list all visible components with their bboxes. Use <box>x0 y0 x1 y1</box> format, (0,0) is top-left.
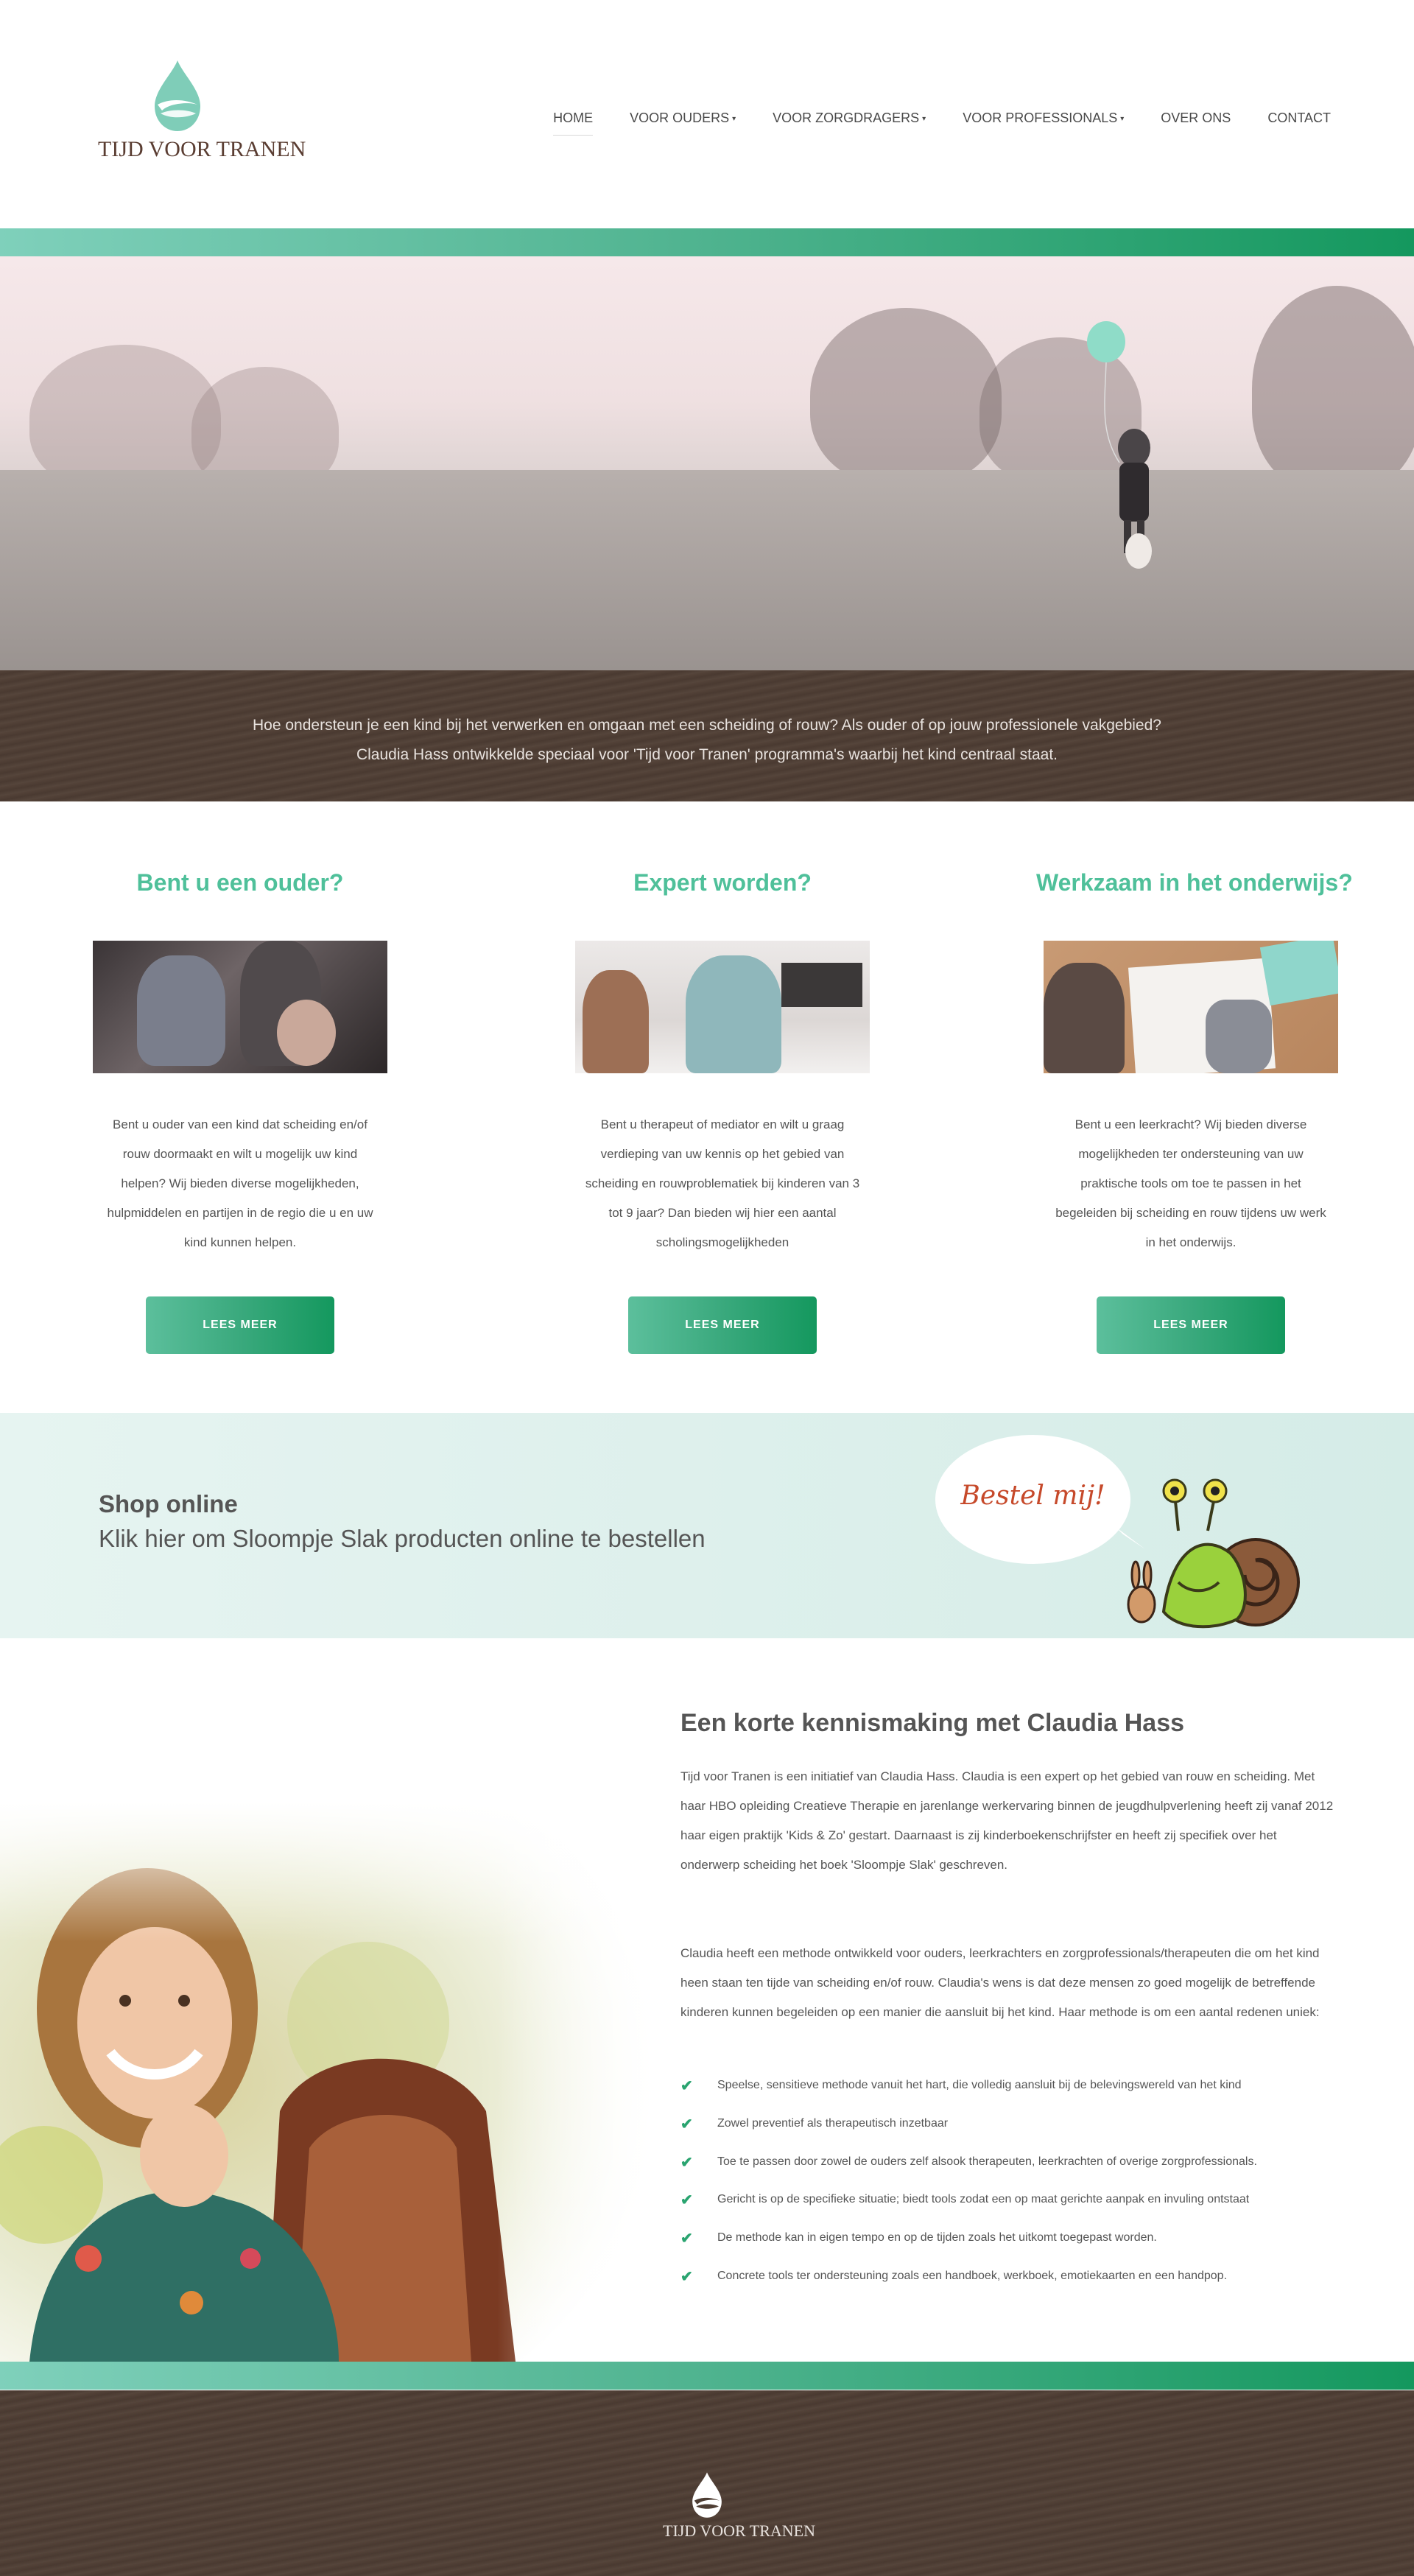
nav-contact[interactable]: CONTACT <box>1267 110 1331 136</box>
check-icon: ✔ <box>680 2116 693 2133</box>
unique-points-list: ✔ Speelse, sensitieve methode vanuit het … <box>680 2079 1343 2308</box>
list-item: ✔ Gericht is op de specifieke situatie; b… <box>680 2193 1343 2231</box>
intro-line-1: Hoe ondersteun je een kind bij het verwe… <box>253 717 1161 734</box>
column-title: Bent u een ouder? <box>136 869 344 896</box>
shop-title: Shop online <box>99 1490 238 1517</box>
check-icon: ✔ <box>680 2192 693 2209</box>
nav-home[interactable]: HOME <box>553 110 594 136</box>
family-photo <box>93 941 387 1073</box>
about-paragraph-2: Claudia heeft een methode ontwikkeld voo… <box>680 1946 1320 2019</box>
nav-over-ons[interactable]: OVER ONS <box>1161 110 1231 136</box>
logo-text: TIJD VOOR TRANEN <box>98 137 306 161</box>
caret-down-icon: ▾ <box>922 115 926 123</box>
footer-logo[interactable]: TIJD VOOR TRANEN <box>663 2471 815 2541</box>
check-icon: ✔ <box>680 2154 693 2171</box>
education-column: Werkzaam in het onderwijs? Bent u een le… <box>1036 869 1353 1354</box>
list-item: ✔ Toe te passen door zowel de ouders zelf… <box>680 2155 1343 2194</box>
classroom-photo <box>1044 941 1338 1073</box>
tree-shape <box>810 308 1002 485</box>
nav-voor-ouders[interactable]: VOOR OUDERS ▾ <box>630 110 736 136</box>
lees-meer-button[interactable]: LEES MEER <box>1097 1296 1285 1354</box>
parent-column: Bent u een ouder? Bent u ouder van een k… <box>85 869 395 1354</box>
check-icon: ✔ <box>680 2268 693 2285</box>
caret-down-icon: ▾ <box>1120 115 1125 123</box>
list-item-text: Speelse, sensitieve methode vanuit het h… <box>717 2079 1242 2091</box>
column-text: Bent u een leerkracht? Wij bieden divers… <box>1055 1117 1326 1249</box>
main-nav: HOME VOOR OUDERS ▾ VOOR ZORGDRAGERS ▾ VOOR… <box>516 110 1331 136</box>
column-title: Expert worden? <box>633 869 812 896</box>
portrait-illustration <box>0 1802 663 2362</box>
intro-band: Hoe ondersteun je een kind bij het verwe… <box>0 670 1414 801</box>
list-item-text: Gericht is op de specifieke situatie; bi… <box>717 2193 1250 2206</box>
about-paragraph-1: Tijd voor Tranen is een initiatief van C… <box>680 1769 1334 1872</box>
field <box>0 470 1414 670</box>
speech-bubble[interactable]: Bestel mij! <box>935 1435 1130 1564</box>
accent-divider <box>0 228 1414 256</box>
drop-logo-icon <box>692 2472 722 2518</box>
therapy-photo <box>575 941 870 1073</box>
lees-meer-button[interactable]: LEES MEER <box>146 1296 334 1354</box>
nav-voor-zorgdragers[interactable]: VOOR ZORGDRAGERS ▾ <box>773 110 926 136</box>
bubble-text: Bestel mij! <box>960 1481 1105 1511</box>
tree-shape <box>1252 286 1414 492</box>
logo[interactable]: TIJD VOOR TRANEN <box>98 59 306 169</box>
nav-label: VOOR PROFESSIONALS <box>963 110 1118 125</box>
about-title: Een korte kennismaking met Claudia Hass <box>680 1709 1185 1737</box>
expert-column: Expert worden? Bent u therapeut of media… <box>568 869 877 1354</box>
column-text: Bent u therapeut of mediator en wilt u g… <box>585 1117 860 1249</box>
drop-logo-icon <box>154 60 200 131</box>
nav-label: HOME <box>553 110 594 125</box>
list-item: ✔ De methode kan in eigen tempo en op de … <box>680 2231 1343 2270</box>
nav-label: VOOR ZORGDRAGERS <box>773 110 920 125</box>
nav-voor-professionals[interactable]: VOOR PROFESSIONALS ▾ <box>963 110 1124 136</box>
list-item-text: Concrete tools ter ondersteuning zoals e… <box>717 2269 1228 2282</box>
list-item-text: De methode kan in eigen tempo en op de t… <box>717 2231 1157 2245</box>
list-item: ✔ Zowel preventief als therapeutisch inze… <box>680 2117 1343 2155</box>
portrait-photo <box>0 1802 663 2362</box>
intro-line-2: Claudia Hass ontwikkelde speciaal voor '… <box>356 746 1058 763</box>
site-footer: TIJD VOOR TRANEN <box>0 2390 1414 2576</box>
column-title: Werkzaam in het onderwijs? <box>1036 869 1353 896</box>
caret-down-icon: ▾ <box>732 115 736 123</box>
nav-label: VOOR OUDERS <box>630 110 730 125</box>
girl-with-balloon-illustration <box>1087 321 1152 569</box>
check-icon: ✔ <box>680 2231 693 2247</box>
list-item: ✔ Concrete tools ter ondersteuning zoals … <box>680 2270 1343 2308</box>
footer-logo-text: TIJD VOOR TRANEN <box>663 2521 815 2540</box>
site-header: TIJD VOOR TRANEN HOME VOOR OUDERS ▾ VOOR … <box>0 0 1414 228</box>
accent-divider <box>0 2362 1414 2390</box>
snail-mascot-icon <box>1127 1478 1300 1629</box>
list-item: ✔ Speelse, sensitieve methode vanuit het … <box>680 2079 1343 2117</box>
list-item-text: Zowel preventief als therapeutisch inzet… <box>717 2116 949 2130</box>
check-icon: ✔ <box>680 2078 693 2094</box>
nav-label: CONTACT <box>1267 110 1331 125</box>
nav-label: OVER ONS <box>1161 110 1231 125</box>
hero-image <box>0 256 1414 670</box>
lees-meer-button[interactable]: LEES MEER <box>628 1296 817 1354</box>
list-item-text: Toe te passen door zowel de ouders zelf … <box>717 2155 1257 2168</box>
column-text: Bent u ouder van een kind dat scheiding … <box>107 1117 373 1249</box>
shop-subtitle[interactable]: Klik hier om Sloompje Slak producten onl… <box>99 1525 706 1553</box>
shop-banner[interactable]: Shop online Klik hier om Sloompje Slak p… <box>0 1413 1414 1638</box>
intro-text: Hoe ondersteun je een kind bij het verwe… <box>0 711 1414 770</box>
